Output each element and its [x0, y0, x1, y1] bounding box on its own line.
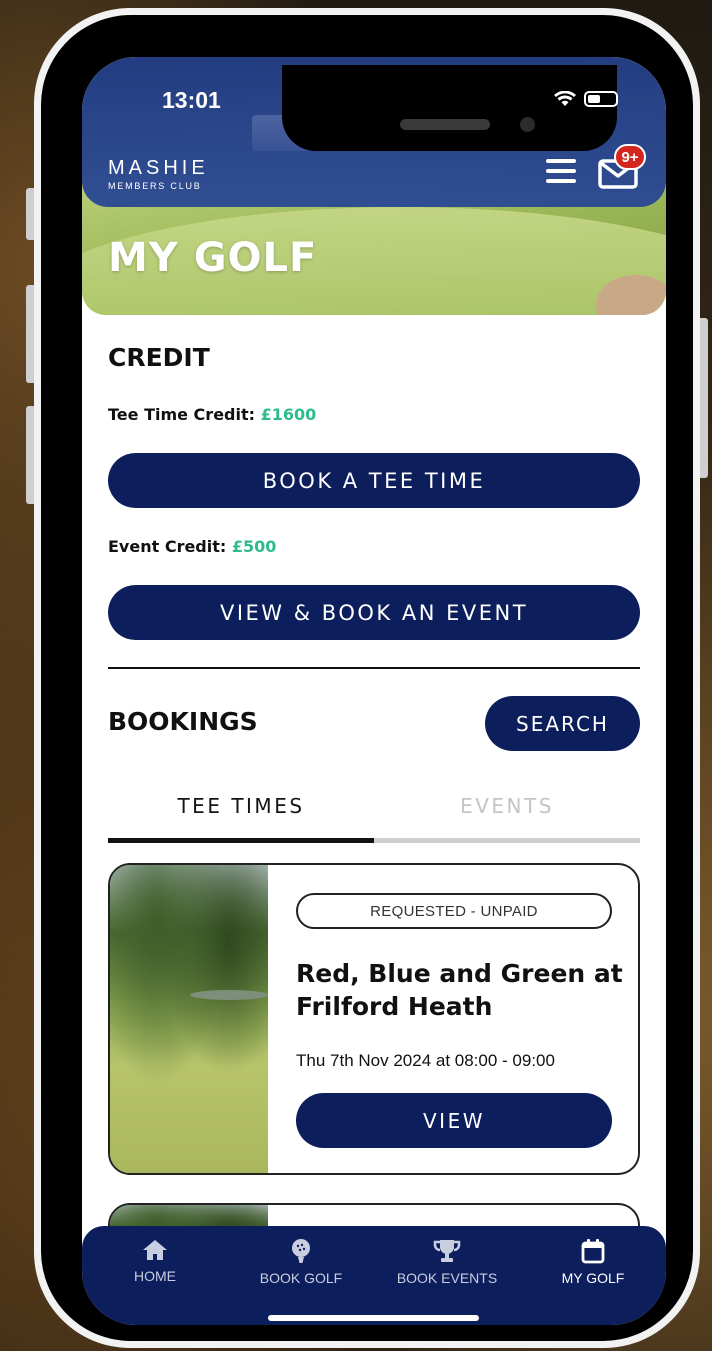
booking-tabs: TEE TIMES EVENTS: [108, 780, 640, 843]
notch: [282, 65, 617, 151]
booking-title: Red, Blue and Green at Frilford Heath: [296, 959, 623, 1021]
view-book-event-button[interactable]: VIEW & BOOK AN EVENT: [108, 585, 640, 640]
menu-icon[interactable]: [546, 159, 576, 183]
event-credit-label: Event Credit:: [108, 537, 227, 556]
trophy-icon: [433, 1240, 461, 1262]
tab-active-indicator: [108, 838, 374, 843]
phone-bezel: 13:01 MASHIE MEMBERS CLUB 9+ MY GOLF CRE…: [41, 15, 693, 1341]
home-indicator[interactable]: [268, 1315, 479, 1321]
event-credit-amount: £500: [231, 537, 277, 556]
battery-icon: [584, 91, 618, 107]
logo-wordmark: MASHIE: [108, 157, 209, 179]
nav-home[interactable]: HOME: [82, 1238, 228, 1284]
section-divider: [108, 667, 640, 669]
wifi-icon: [554, 91, 576, 106]
nav-book-events[interactable]: BOOK EVENTS: [374, 1238, 520, 1286]
event-credit: Event Credit: £500: [108, 537, 276, 556]
credit-heading: CREDIT: [108, 343, 210, 372]
nav-book-golf[interactable]: BOOK GOLF: [228, 1238, 374, 1286]
tee-time-credit: Tee Time Credit: £1600: [108, 405, 316, 424]
nav-my-golf[interactable]: MY GOLF: [520, 1238, 666, 1286]
nav-my-golf-label: MY GOLF: [561, 1270, 625, 1286]
speaker: [400, 119, 490, 130]
view-booking-button[interactable]: VIEW: [296, 1093, 612, 1148]
tab-tee-times[interactable]: TEE TIMES: [108, 780, 374, 832]
course-water: [190, 990, 268, 1000]
logo-subtitle: MEMBERS CLUB: [108, 181, 202, 191]
club-logo[interactable]: MASHIE MEMBERS CLUB: [108, 157, 209, 191]
page-title: MY GOLF: [108, 235, 318, 281]
status-time: 13:01: [162, 87, 221, 113]
book-tee-time-button[interactable]: BOOK A TEE TIME: [108, 453, 640, 508]
course-image: [110, 865, 268, 1173]
phone-frame: 13:01 MASHIE MEMBERS CLUB 9+ MY GOLF CRE…: [34, 8, 700, 1348]
tee-time-credit-label: Tee Time Credit:: [108, 405, 256, 424]
calendar-icon: [581, 1239, 605, 1264]
booking-date: Thu 7th Nov 2024 at 08:00 - 09:00: [296, 1051, 555, 1070]
nav-book-golf-label: BOOK GOLF: [259, 1270, 343, 1286]
front-camera: [520, 117, 535, 132]
tee-time-credit-amount: £1600: [260, 405, 317, 424]
booking-card[interactable]: REQUESTED - UNPAID Red, Blue and Green a…: [108, 863, 640, 1175]
app-screen: 13:01 MASHIE MEMBERS CLUB 9+ MY GOLF CRE…: [82, 57, 666, 1325]
booking-status-badge: REQUESTED - UNPAID: [296, 893, 612, 929]
status-icons: [554, 91, 618, 107]
nav-home-label: HOME: [134, 1268, 176, 1284]
bottom-navigation: HOME BOOK GOLF BOOK EVENTS MY GOLF: [82, 1226, 666, 1325]
search-button[interactable]: SEARCH: [485, 696, 640, 751]
golf-ball-icon: [292, 1239, 310, 1263]
tab-events[interactable]: EVENTS: [374, 780, 640, 832]
home-icon: [143, 1240, 167, 1260]
bookings-heading: BOOKINGS: [108, 707, 258, 736]
notification-badge: 9+: [614, 144, 646, 170]
nav-book-events-label: BOOK EVENTS: [396, 1270, 498, 1286]
